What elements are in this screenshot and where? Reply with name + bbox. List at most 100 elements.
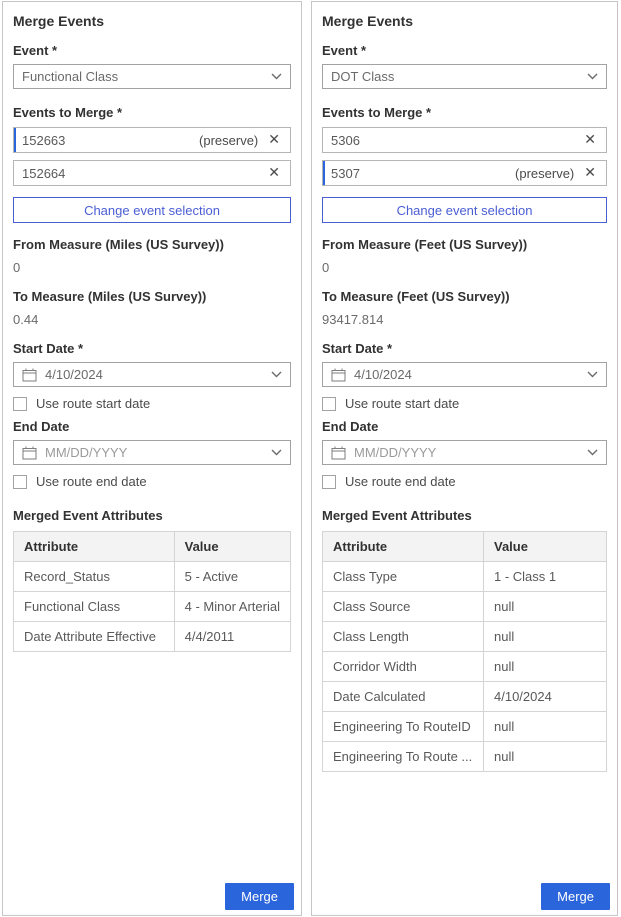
to-measure-value: 0.44 (13, 312, 291, 327)
from-measure-value: 0 (322, 260, 607, 275)
value-cell: null (484, 652, 607, 682)
attribute-cell: Record_Status (14, 562, 175, 592)
value-cell: 4 - Minor Arterial (174, 592, 290, 622)
events-to-merge-label: Events to Merge * (322, 105, 607, 120)
use-route-start-date-label: Use route start date (36, 396, 150, 411)
chevron-down-icon (271, 449, 282, 456)
close-icon[interactable]: ✕ (266, 132, 282, 148)
merge-events-workspace: Merge Events Event * Functional Class Ev… (0, 0, 621, 916)
merged-attributes-table: Attribute Value Record_Status 5 - Active… (13, 531, 291, 652)
table-row: Class Length null (323, 622, 607, 652)
value-cell: 4/10/2024 (484, 682, 607, 712)
end-date-placeholder: MM/DD/YYYY (45, 445, 271, 460)
start-date-input[interactable]: 4/10/2024 (322, 362, 607, 387)
event-id: 152664 (22, 166, 258, 181)
use-route-end-date-row[interactable]: Use route end date (322, 474, 607, 489)
merged-event-attributes-label: Merged Event Attributes (13, 508, 291, 523)
value-column-header: Value (174, 532, 290, 562)
use-route-end-date-label: Use route end date (345, 474, 456, 489)
start-date-value: 4/10/2024 (45, 367, 271, 382)
end-date-input[interactable]: MM/DD/YYYY (13, 440, 291, 465)
to-measure-value: 93417.814 (322, 312, 607, 327)
event-label: Event * (322, 43, 607, 58)
table-row: Engineering To RouteID null (323, 712, 607, 742)
calendar-icon (22, 368, 37, 382)
use-route-start-date-checkbox[interactable] (13, 397, 27, 411)
use-route-end-date-label: Use route end date (36, 474, 147, 489)
merged-attributes-table: Attribute Value Class Type 1 - Class 1 C… (322, 531, 607, 772)
end-date-label: End Date (322, 419, 607, 434)
use-route-end-date-row[interactable]: Use route end date (13, 474, 291, 489)
attribute-cell: Class Type (323, 562, 484, 592)
close-icon[interactable]: ✕ (266, 165, 282, 181)
attribute-cell: Functional Class (14, 592, 175, 622)
value-cell: null (484, 742, 607, 772)
start-date-label: Start Date * (322, 341, 607, 356)
end-date-placeholder: MM/DD/YYYY (354, 445, 587, 460)
value-cell: 4/4/2011 (174, 622, 290, 652)
chevron-down-icon (587, 449, 598, 456)
table-row: Functional Class 4 - Minor Arterial (14, 592, 291, 622)
use-route-start-date-row[interactable]: Use route start date (322, 396, 607, 411)
to-measure-label: To Measure (Feet (US Survey)) (322, 289, 607, 304)
chevron-down-icon (271, 73, 282, 80)
use-route-end-date-checkbox[interactable] (13, 475, 27, 489)
merge-events-panel-right: Merge Events Event * DOT Class Events to… (311, 1, 618, 916)
use-route-start-date-label: Use route start date (345, 396, 459, 411)
events-to-merge-label: Events to Merge * (13, 105, 291, 120)
end-date-label: End Date (13, 419, 291, 434)
event-select[interactable]: Functional Class (13, 64, 291, 89)
calendar-icon (331, 446, 346, 460)
value-cell: 1 - Class 1 (484, 562, 607, 592)
change-event-selection-button[interactable]: Change event selection (322, 197, 607, 223)
to-measure-label: To Measure (Miles (US Survey)) (13, 289, 291, 304)
from-measure-value: 0 (13, 260, 291, 275)
event-to-merge-item: 5307 (preserve) ✕ (322, 160, 607, 186)
change-event-selection-button[interactable]: Change event selection (13, 197, 291, 223)
merge-button[interactable]: Merge (541, 883, 610, 910)
start-date-value: 4/10/2024 (354, 367, 587, 382)
start-date-input[interactable]: 4/10/2024 (13, 362, 291, 387)
from-measure-label: From Measure (Feet (US Survey)) (322, 237, 607, 252)
value-cell: null (484, 622, 607, 652)
preserve-label: (preserve) (199, 133, 258, 148)
attribute-cell: Engineering To RouteID (323, 712, 484, 742)
value-cell: 5 - Active (174, 562, 290, 592)
value-cell: null (484, 712, 607, 742)
event-id: 5307 (331, 166, 515, 181)
panel-title: Merge Events (322, 2, 607, 29)
calendar-icon (22, 446, 37, 460)
merge-events-panel-left: Merge Events Event * Functional Class Ev… (2, 1, 302, 916)
attribute-column-header: Attribute (323, 532, 484, 562)
event-to-merge-item: 152664 ✕ (13, 160, 291, 186)
table-row: Class Source null (323, 592, 607, 622)
table-row: Date Attribute Effective 4/4/2011 (14, 622, 291, 652)
from-measure-label: From Measure (Miles (US Survey)) (13, 237, 291, 252)
table-row: Corridor Width null (323, 652, 607, 682)
attribute-column-header: Attribute (14, 532, 175, 562)
attribute-cell: Corridor Width (323, 652, 484, 682)
table-row: Record_Status 5 - Active (14, 562, 291, 592)
event-to-merge-item: 5306 ✕ (322, 127, 607, 153)
chevron-down-icon (587, 73, 598, 80)
event-id: 152663 (22, 133, 199, 148)
value-cell: null (484, 592, 607, 622)
table-row: Engineering To Route ... null (323, 742, 607, 772)
table-header-row: Attribute Value (323, 532, 607, 562)
close-icon[interactable]: ✕ (582, 165, 598, 181)
event-id: 5306 (331, 133, 574, 148)
merge-button[interactable]: Merge (225, 883, 294, 910)
end-date-input[interactable]: MM/DD/YYYY (322, 440, 607, 465)
close-icon[interactable]: ✕ (582, 132, 598, 148)
event-select[interactable]: DOT Class (322, 64, 607, 89)
event-label: Event * (13, 43, 291, 58)
use-route-end-date-checkbox[interactable] (322, 475, 336, 489)
event-to-merge-item: 152663 (preserve) ✕ (13, 127, 291, 153)
table-row: Date Calculated 4/10/2024 (323, 682, 607, 712)
table-header-row: Attribute Value (14, 532, 291, 562)
attribute-cell: Date Attribute Effective (14, 622, 175, 652)
use-route-start-date-checkbox[interactable] (322, 397, 336, 411)
use-route-start-date-row[interactable]: Use route start date (13, 396, 291, 411)
table-row: Class Type 1 - Class 1 (323, 562, 607, 592)
attribute-cell: Class Length (323, 622, 484, 652)
